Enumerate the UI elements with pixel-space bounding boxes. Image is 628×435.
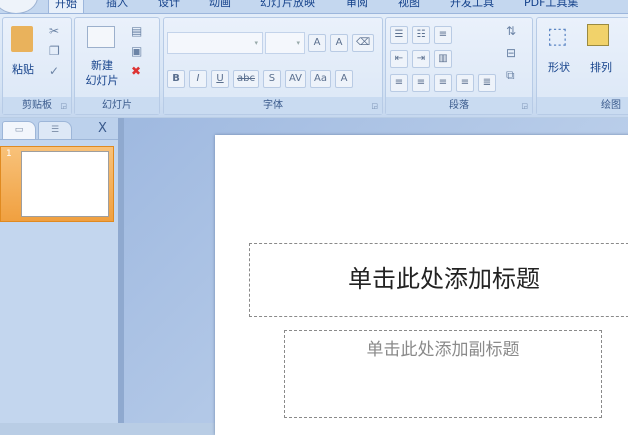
- tab-review[interactable]: 审阅: [340, 0, 374, 13]
- format-painter-icon[interactable]: ✓: [49, 64, 59, 78]
- shapes-icon: ⬚: [547, 24, 568, 49]
- delete-slide-icon[interactable]: ✖: [131, 64, 141, 78]
- paste-button[interactable]: 粘贴: [7, 62, 39, 77]
- office-button[interactable]: [0, 0, 38, 14]
- tab-outline[interactable]: ☰: [38, 121, 72, 139]
- tab-slideshow[interactable]: 幻灯片放映: [254, 0, 321, 13]
- group-paragraph: ☰ ☷ ≡ ⇤ ⇥ ▥ ≡ ≡ ≡ ≡ ≣ ⇅ ⊟ ⧉ 段落 ◲: [385, 17, 533, 115]
- tab-design[interactable]: 设计: [152, 0, 186, 13]
- bullets-button[interactable]: ☰: [390, 26, 408, 44]
- reset-icon[interactable]: ▣: [131, 44, 142, 58]
- justify-button[interactable]: ≡: [456, 74, 474, 92]
- shrink-font-button[interactable]: A: [330, 34, 348, 52]
- group-clipboard: 粘贴 ✂ ❐ ✓ 剪贴板 ◲: [2, 17, 72, 115]
- char-spacing-button[interactable]: AV: [284, 70, 307, 88]
- group-label: 幻灯片: [75, 97, 159, 114]
- line-spacing-button[interactable]: ≡: [434, 26, 452, 44]
- tab-developer[interactable]: 开发工具: [444, 0, 500, 13]
- decrease-indent-button[interactable]: ⇤: [390, 50, 408, 68]
- font-color-button[interactable]: A: [335, 70, 353, 88]
- group-font: ▾ ▾ A A ⌫ B I U abc S AV Aa A 字体 ◲: [163, 17, 383, 115]
- tab-home[interactable]: 开始: [48, 0, 84, 13]
- arrange-icon: [587, 24, 609, 46]
- ribbon: 粘贴 ✂ ❐ ✓ 剪贴板 ◲ 新建幻灯片 ▤ ▣ ✖ 幻灯片 ▾ ▾ A A ⌫…: [0, 13, 628, 117]
- dialog-launcher-icon[interactable]: ◲: [371, 102, 378, 110]
- cut-icon[interactable]: ✂: [49, 24, 59, 38]
- group-label: 字体: [164, 97, 382, 114]
- tab-view[interactable]: 视图: [392, 0, 426, 13]
- distribute-button[interactable]: ≣: [478, 74, 496, 92]
- change-case-button[interactable]: Aa: [310, 70, 331, 88]
- align-center-button[interactable]: ≡: [412, 74, 430, 92]
- new-slide-icon: [87, 26, 115, 48]
- dialog-launcher-icon[interactable]: ◲: [60, 102, 67, 110]
- layout-icon[interactable]: ▤: [131, 24, 142, 38]
- tab-animation[interactable]: 动画: [203, 0, 237, 13]
- clear-format-button[interactable]: ⌫: [352, 34, 375, 52]
- strikethrough-button[interactable]: abc: [233, 70, 259, 88]
- slide-editor: 单击此处添加标题 单击此处添加副标题: [124, 118, 628, 435]
- tab-pdf[interactable]: PDF工具集: [518, 0, 584, 13]
- title-placeholder[interactable]: 单击此处添加标题: [249, 243, 628, 317]
- shapes-button[interactable]: 形状: [541, 60, 577, 75]
- align-text-icon[interactable]: ⊟: [506, 46, 516, 60]
- paste-icon: [11, 26, 33, 52]
- slide-thumbnail-image: [21, 151, 109, 217]
- close-pane-button[interactable]: X: [98, 121, 107, 136]
- columns-button[interactable]: ▥: [434, 50, 452, 68]
- shadow-button[interactable]: S: [262, 70, 281, 88]
- slide-thumbnail-1[interactable]: 1: [0, 146, 114, 222]
- new-slide-label-2: 幻灯片: [85, 74, 119, 87]
- new-slide-label-1: 新建: [91, 59, 113, 72]
- copy-icon[interactable]: ❐: [49, 44, 60, 58]
- align-right-button[interactable]: ≡: [434, 74, 452, 92]
- new-slide-button[interactable]: 新建 幻灯片: [79, 58, 125, 88]
- bold-button[interactable]: B: [167, 70, 185, 88]
- underline-button[interactable]: U: [211, 70, 229, 88]
- tab-slides[interactable]: ▭: [2, 121, 36, 139]
- slide-canvas: 单击此处添加标题 单击此处添加副标题: [215, 135, 628, 435]
- slide-number: 1: [6, 149, 12, 159]
- group-slides: 新建幻灯片 ▤ ▣ ✖ 幻灯片: [74, 17, 160, 115]
- pane-tabs: ▭ ☰ X: [0, 118, 118, 140]
- arrange-button[interactable]: 排列: [583, 60, 619, 75]
- group-drawing: ⬚ 形状 排列 绘图: [536, 17, 628, 115]
- increase-indent-button[interactable]: ⇥: [412, 50, 430, 68]
- subtitle-placeholder[interactable]: 单击此处添加副标题: [284, 330, 602, 418]
- ribbon-tabs: 开始 插入 设计 动画 幻灯片放映 审阅 视图 开发工具 PDF工具集: [0, 0, 628, 14]
- font-name-select[interactable]: ▾: [167, 32, 263, 54]
- smartart-icon[interactable]: ⧉: [506, 68, 515, 83]
- group-label: 绘图: [537, 97, 628, 114]
- text-direction-icon[interactable]: ⇅: [506, 24, 516, 38]
- slides-pane: ▭ ☰ X 1: [0, 118, 118, 423]
- grow-font-button[interactable]: A: [308, 34, 326, 52]
- numbering-button[interactable]: ☷: [412, 26, 430, 44]
- tab-insert[interactable]: 插入: [100, 0, 134, 13]
- italic-button[interactable]: I: [189, 70, 207, 88]
- dialog-launcher-icon[interactable]: ◲: [521, 102, 528, 110]
- align-left-button[interactable]: ≡: [390, 74, 408, 92]
- font-size-select[interactable]: ▾: [265, 32, 305, 54]
- group-label: 段落: [386, 97, 532, 114]
